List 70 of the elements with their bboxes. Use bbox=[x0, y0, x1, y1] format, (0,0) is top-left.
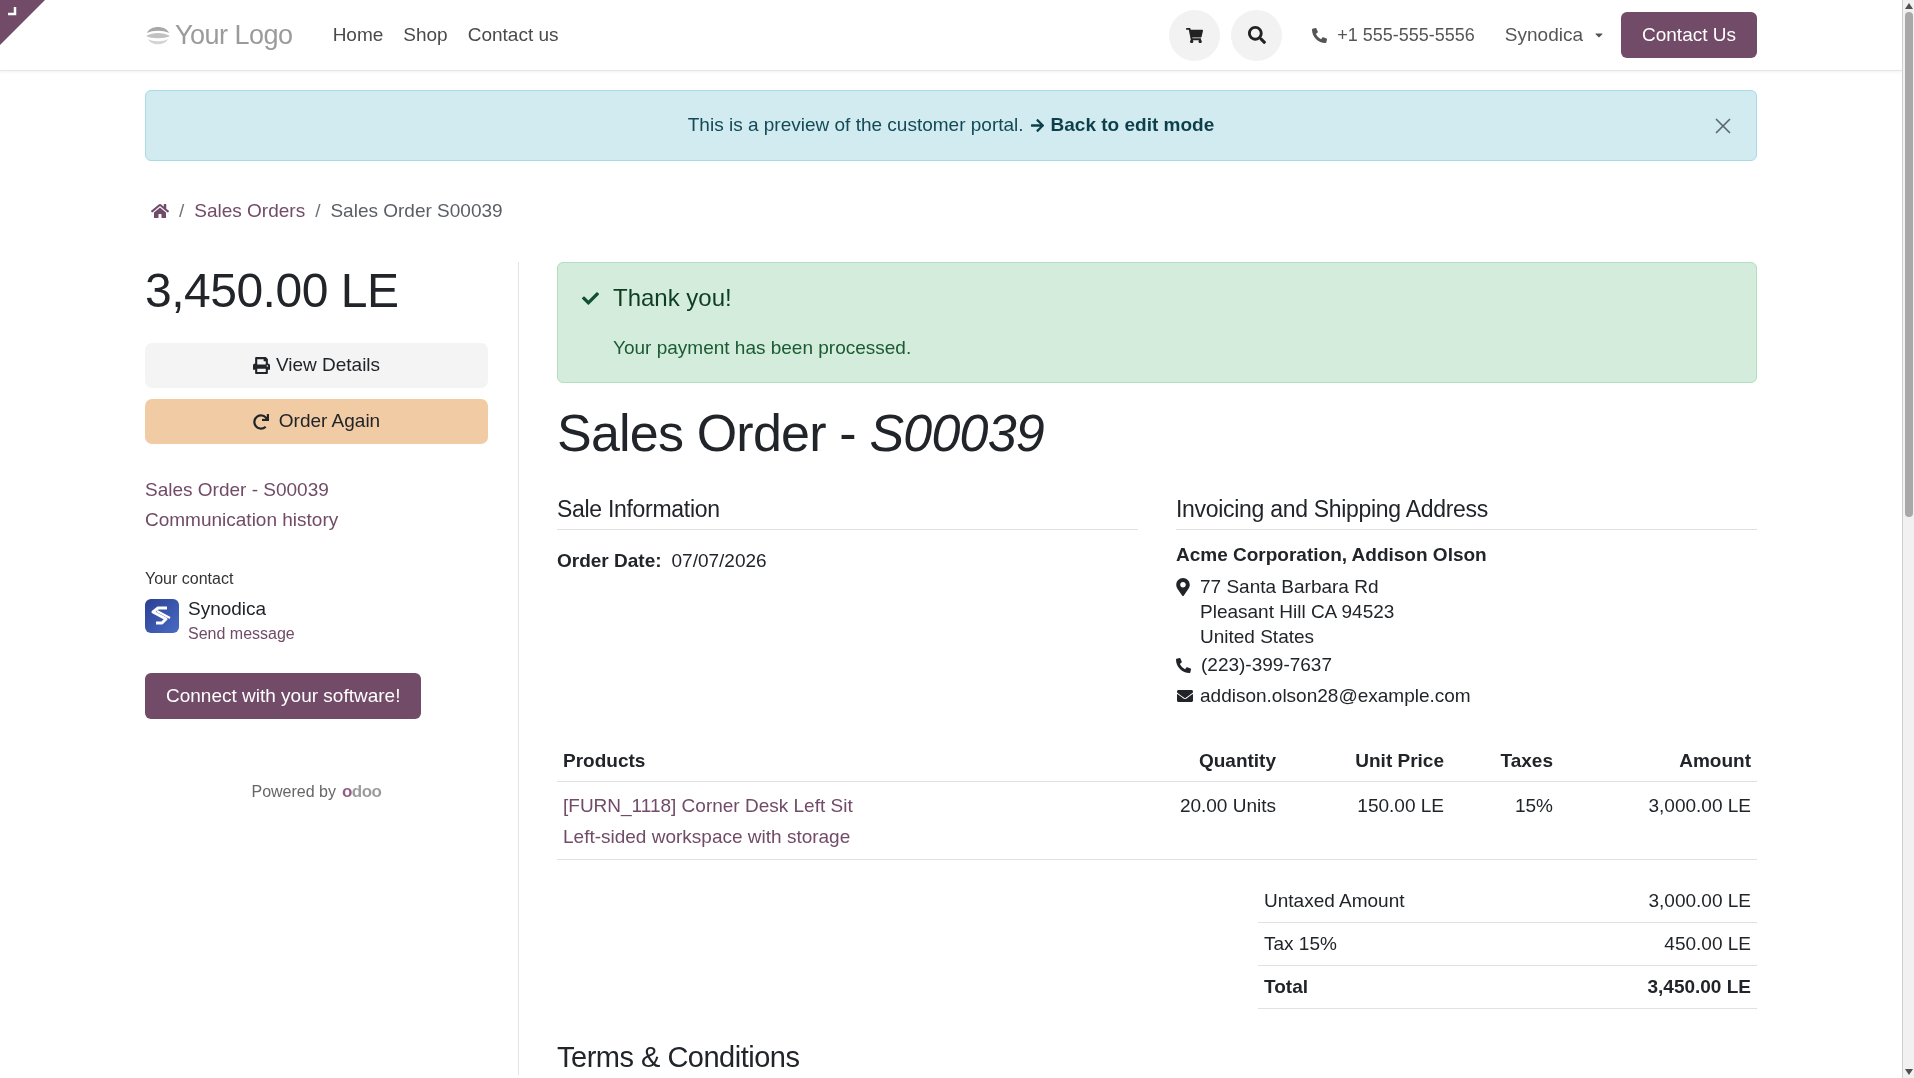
address-line: 77 Santa Barbara Rd bbox=[1200, 575, 1379, 599]
nav-link[interactable]: Home bbox=[332, 20, 384, 50]
user-menu[interactable]: Synodica bbox=[1504, 20, 1605, 50]
printer-icon bbox=[252, 357, 270, 374]
connect-software-button[interactable]: Connect with your software! bbox=[145, 673, 422, 719]
nav-link[interactable]: Shop bbox=[403, 20, 448, 50]
map-pin-icon bbox=[1176, 578, 1190, 596]
address-line: Pleasant Hill CA 94523 bbox=[1200, 600, 1395, 624]
phone-icon bbox=[1312, 27, 1328, 43]
totals-label: Untaxed Amount bbox=[1264, 888, 1405, 913]
contact-heading: Your contact bbox=[145, 569, 234, 589]
customer-email: addison.olson28@example.com bbox=[1200, 684, 1471, 708]
column-header: Taxes bbox=[1499, 748, 1554, 773]
address-line: United States bbox=[1200, 625, 1315, 649]
envelope-icon bbox=[1176, 688, 1194, 704]
sidebar-link[interactable]: Communication history bbox=[145, 505, 339, 535]
column-header: Quantity bbox=[1197, 748, 1277, 773]
search-icon bbox=[1247, 26, 1266, 44]
product-description: Left-sided workspace with storage bbox=[563, 825, 851, 849]
powered-by-text: Powered by bbox=[251, 782, 336, 802]
sidebar-link[interactable]: Sales Order - S00039 bbox=[145, 475, 329, 505]
customer-phone: (223)-399-7637 bbox=[1201, 653, 1332, 677]
totals-label: Tax 15% bbox=[1264, 931, 1337, 956]
terms-heading: Terms & Conditions bbox=[557, 1040, 800, 1075]
section-heading: Sale Information bbox=[557, 494, 1138, 530]
totals-value: 3,450.00 LE bbox=[1647, 974, 1751, 999]
alert-title: Thank you! bbox=[613, 283, 732, 313]
home-icon[interactable] bbox=[151, 203, 169, 219]
column-header: Unit Price bbox=[1354, 748, 1445, 773]
table-cell-text: 150.00 LE bbox=[1356, 794, 1445, 818]
corner-tab-icon[interactable] bbox=[0, 0, 45, 45]
alert-message: Your payment has been processed. bbox=[613, 336, 912, 360]
order-again-button[interactable]: Order Again bbox=[145, 399, 488, 444]
product-link[interactable]: [FURN_1118] Corner Desk Left Sit bbox=[563, 790, 853, 821]
breadcrumb-separator: / bbox=[315, 198, 321, 223]
scroll-down-icon[interactable] bbox=[1904, 1069, 1913, 1075]
order-title: Sales Order - S00039 bbox=[557, 403, 1044, 464]
phone-link[interactable]: +1 555-555-5556 bbox=[1312, 21, 1475, 49]
totals-value: 3,000.00 LE bbox=[1648, 888, 1751, 913]
view-details-button[interactable]: View Details bbox=[145, 343, 488, 388]
back-to-edit-link[interactable]: Back to edit mode bbox=[1029, 111, 1215, 140]
send-message-link[interactable]: Send message bbox=[188, 623, 295, 645]
breadcrumb-separator: / bbox=[179, 198, 185, 223]
table-cell-text: 3,000.00 LE bbox=[1647, 794, 1752, 818]
customer-name: Acme Corporation, Addison Olson bbox=[1176, 543, 1487, 567]
breadcrumb-current: Sales Order S00039 bbox=[330, 198, 503, 223]
column-header: Products bbox=[562, 748, 647, 773]
contact-name: Synodica bbox=[188, 598, 267, 620]
breadcrumb-link[interactable]: Sales Orders bbox=[194, 196, 306, 226]
cart-icon bbox=[1186, 26, 1204, 44]
nav-link[interactable]: Contact us bbox=[467, 20, 559, 50]
table-cell-text: 20.00 Units bbox=[1178, 794, 1277, 818]
redo-icon bbox=[252, 413, 269, 430]
totals-value: 450.00 LE bbox=[1664, 931, 1751, 956]
phone-icon bbox=[1176, 657, 1191, 673]
section-heading: Invoicing and Shipping Address bbox=[1176, 494, 1757, 530]
table-cell-text: 15% bbox=[1513, 794, 1554, 818]
scrollbar[interactable] bbox=[1902, 0, 1914, 1078]
contact-us-button[interactable]: Contact Us bbox=[1621, 12, 1757, 58]
scroll-up-icon[interactable] bbox=[1904, 3, 1913, 9]
check-icon bbox=[582, 290, 599, 307]
field-value: 07/07/2026 bbox=[671, 549, 767, 573]
scrollbar-thumb[interactable] bbox=[1904, 12, 1913, 517]
totals-label: Total bbox=[1264, 974, 1308, 999]
field-label: Order Date: bbox=[557, 549, 662, 573]
company-logo-icon bbox=[145, 599, 179, 633]
arrow-right-icon bbox=[1029, 118, 1045, 133]
order-amount: 3,450.00 LE bbox=[145, 263, 400, 319]
column-header: Amount bbox=[1678, 748, 1752, 773]
banner-message: This is a preview of the customer portal. bbox=[687, 113, 1024, 138]
